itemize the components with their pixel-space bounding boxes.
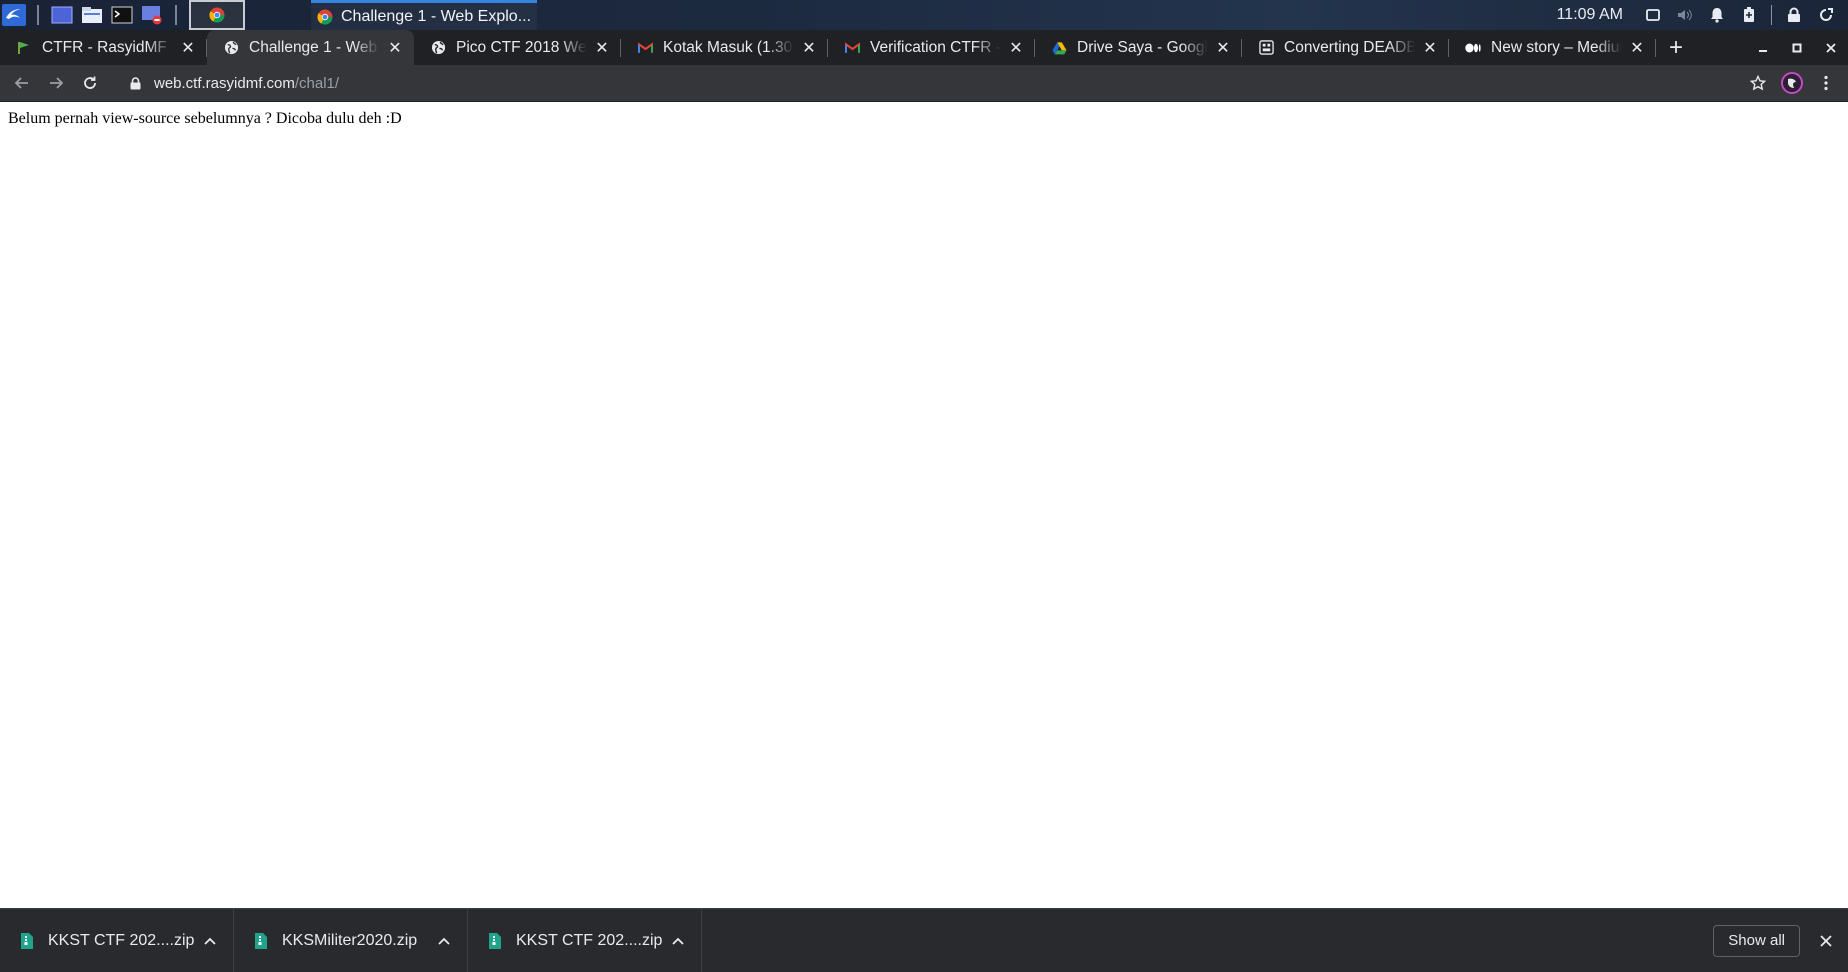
url-host: web.ctf.rasyidmf.com [154, 74, 295, 92]
tray-separator [1771, 5, 1772, 25]
tab-title: CTFR - RasyidMF [42, 38, 167, 56]
close-icon[interactable]: ✕ [800, 39, 818, 57]
window-close-icon[interactable] [1814, 30, 1848, 65]
globe-icon [430, 40, 446, 56]
chrome-icon [209, 7, 225, 23]
lock-icon[interactable] [128, 76, 142, 90]
screen-recorder-icon[interactable] [140, 3, 164, 27]
address-bar[interactable]: web.ctf.rasyidmf.com/chal1/ [128, 68, 1742, 98]
kali-menu-icon[interactable] [2, 3, 26, 27]
tab-kotak-masuk[interactable]: Kotak Masuk (1.307) - ✕ [621, 30, 828, 65]
window-controls [1746, 30, 1848, 65]
tab-title: Verification CTFR - r [870, 38, 1001, 56]
tab-verification-ctfr[interactable]: Verification CTFR - r ✕ [828, 30, 1035, 65]
reload-button[interactable] [74, 67, 106, 99]
medium-icon [1465, 40, 1481, 56]
close-icon[interactable]: ✕ [386, 39, 404, 57]
taskbar-window-title: Challenge 1 - Web Explo... [341, 7, 532, 25]
power-icon[interactable] [1816, 5, 1836, 25]
tab-converting-deadbeef[interactable]: Converting DEADBEE ✕ [1242, 30, 1449, 65]
tab-medium[interactable]: New story – Medium ✕ [1449, 30, 1656, 65]
ctfr-flag-icon [16, 40, 32, 56]
maximize-icon[interactable] [1780, 30, 1814, 65]
os-taskbar: Challenge 1 - Web Explo... 11:09 AM [0, 0, 1848, 30]
close-icon[interactable]: ✕ [179, 39, 197, 57]
tab-title: New story – Medium [1491, 38, 1622, 56]
close-icon[interactable]: ✕ [1214, 39, 1232, 57]
page-body-text: Belum pernah view-source sebelumnya ? Di… [8, 110, 402, 127]
globe-icon [223, 40, 239, 56]
forward-button[interactable] [40, 67, 72, 99]
google-drive-icon [1051, 40, 1067, 56]
lock-icon[interactable] [1784, 5, 1804, 25]
file-manager-icon[interactable] [80, 3, 104, 27]
chrome-icon [317, 9, 333, 25]
converter-icon [1258, 40, 1274, 56]
download-filename: KKST CTF 202....zip [516, 931, 663, 949]
avatar [1781, 72, 1803, 94]
tab-ctfr[interactable]: CTFR - RasyidMF ✕ [0, 30, 207, 65]
download-item[interactable]: KKST CTF 202....zip [0, 908, 234, 972]
download-item[interactable]: KKSMiliter2020.zip [234, 908, 468, 972]
download-shelf: KKST CTF 202....zip KKSMiliter2020.zip K… [0, 908, 1848, 972]
browser-toolbar: web.ctf.rasyidmf.com/chal1/ [0, 65, 1848, 102]
close-icon[interactable]: ✕ [1421, 39, 1439, 57]
taskbar-separator [175, 5, 177, 25]
tab-title: Pico CTF 2018 Web E [456, 38, 587, 56]
taskbar-window-button[interactable]: Challenge 1 - Web Explo... [311, 0, 538, 30]
display-icon[interactable] [1643, 5, 1663, 25]
kebab-menu-icon [1824, 75, 1828, 91]
volume-muted-icon[interactable] [1675, 5, 1695, 25]
gmail-icon [844, 40, 860, 56]
close-icon[interactable]: ✕ [593, 39, 611, 57]
web-page-content: Belum pernah view-source sebelumnya ? Di… [0, 102, 1848, 908]
new-tab-button[interactable]: + [1658, 30, 1694, 65]
bell-icon[interactable] [1707, 5, 1727, 25]
browser-menu-button[interactable] [1810, 67, 1842, 99]
zip-file-icon [21, 932, 33, 949]
star-icon [1750, 75, 1766, 91]
close-shelf-icon[interactable] [1808, 923, 1844, 959]
gmail-icon [637, 40, 653, 56]
browser-tab-strip: CTFR - RasyidMF ✕ Challenge 1 - Web Ex ✕… [0, 30, 1848, 65]
tab-title: Challenge 1 - Web Ex [249, 38, 380, 56]
close-icon[interactable]: ✕ [1007, 39, 1025, 57]
clock[interactable]: 11:09 AM [1557, 6, 1623, 24]
chrome-launcher-button[interactable] [189, 0, 245, 30]
reload-icon [84, 76, 96, 89]
chevron-up-icon[interactable] [199, 930, 221, 952]
tab-title: Kotak Masuk (1.307) - [663, 38, 794, 56]
tab-title: Drive Saya - Google D [1077, 38, 1208, 56]
bookmark-button[interactable] [1742, 67, 1774, 99]
zip-file-icon [255, 932, 267, 949]
tab-pico-ctf[interactable]: Pico CTF 2018 Web E ✕ [414, 30, 621, 65]
minimize-icon[interactable] [1746, 30, 1780, 65]
download-filename: KKSMiliter2020.zip [282, 931, 418, 949]
back-button[interactable] [6, 67, 38, 99]
system-tray: 11:09 AM [1557, 0, 1848, 30]
download-filename: KKST CTF 202....zip [48, 931, 195, 949]
zip-file-icon [489, 932, 501, 949]
terminal-icon[interactable] [110, 3, 134, 27]
chevron-up-icon[interactable] [433, 930, 455, 952]
tab-challenge-1[interactable]: Challenge 1 - Web Ex ✕ [207, 30, 414, 65]
close-icon[interactable]: ✕ [1628, 39, 1646, 57]
tab-title: Converting DEADBEE [1284, 38, 1415, 56]
show-all-downloads-button[interactable]: Show all [1713, 924, 1800, 957]
download-item[interactable]: KKST CTF 202....zip [468, 908, 702, 972]
taskbar-launchers [0, 0, 245, 30]
profile-button[interactable] [1776, 67, 1808, 99]
url-path: /chal1/ [294, 74, 340, 92]
arrow-left-icon [14, 77, 28, 89]
tab-google-drive[interactable]: Drive Saya - Google D ✕ [1035, 30, 1242, 65]
chevron-up-icon[interactable] [667, 930, 689, 952]
workspace-icon[interactable] [50, 3, 74, 27]
taskbar-separator [37, 5, 39, 25]
battery-icon[interactable] [1739, 5, 1759, 25]
arrow-right-icon [50, 77, 64, 89]
